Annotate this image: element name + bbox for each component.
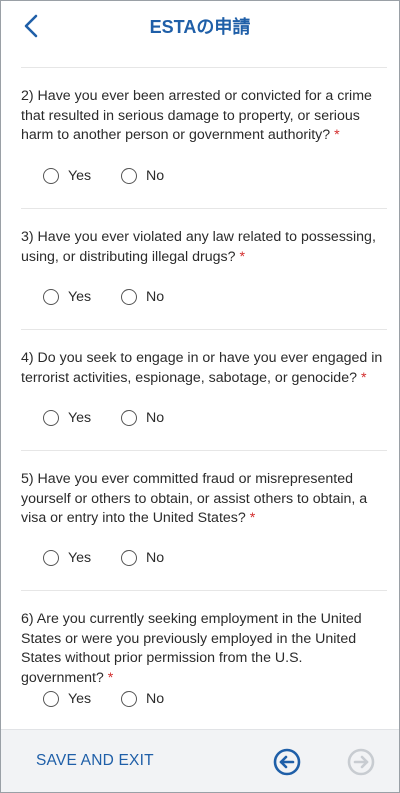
question-text: 3) Have you ever violated any law relate…: [21, 229, 376, 265]
radio-label: Yes: [68, 168, 92, 184]
required-mark: *: [334, 127, 340, 143]
radio-option-no[interactable]: No: [121, 688, 164, 710]
previous-page-button[interactable]: [273, 748, 301, 776]
question-text: 5) Have you ever committed fraud or misr…: [21, 471, 368, 526]
radio-option-no[interactable]: No: [121, 407, 164, 429]
radio-option-yes[interactable]: Yes: [43, 547, 91, 569]
question-text: 4) Do you seek to engage in or have you …: [21, 350, 383, 386]
radio-label: Yes: [68, 289, 92, 305]
radio-option-yes[interactable]: Yes: [43, 286, 91, 308]
radio-option-no[interactable]: No: [121, 286, 164, 308]
radio-option-no[interactable]: No: [121, 547, 164, 569]
radio-button[interactable]: [43, 691, 59, 707]
bottom-action-bar: SAVE AND EXIT: [1, 729, 399, 792]
radio-button[interactable]: [121, 550, 137, 566]
radio-label: No: [146, 168, 165, 184]
save-and-exit-button[interactable]: SAVE AND EXIT: [36, 752, 154, 770]
radio-option-yes[interactable]: Yes: [43, 688, 91, 710]
radio-label: No: [146, 410, 165, 426]
radio-button[interactable]: [43, 289, 59, 305]
arrow-right-circle-icon: [347, 748, 375, 776]
radio-button[interactable]: [121, 691, 137, 707]
radio-label: No: [146, 550, 165, 566]
question-text: 6) Are you currently seeking employment …: [21, 611, 362, 686]
required-mark: *: [249, 510, 256, 526]
radio-label: Yes: [68, 691, 92, 707]
required-mark: *: [360, 369, 367, 386]
required-mark: *: [107, 669, 114, 686]
app-header: ESTAの申請: [1, 1, 399, 51]
radio-button[interactable]: [43, 410, 59, 426]
radio-label: No: [146, 691, 165, 707]
radio-option-yes[interactable]: Yes: [43, 165, 91, 187]
divider: [21, 590, 387, 591]
radio-option-no[interactable]: No: [121, 165, 164, 187]
radio-label: No: [146, 289, 165, 305]
next-page-button[interactable]: [347, 748, 375, 776]
radio-button[interactable]: [43, 168, 59, 184]
radio-label: Yes: [68, 410, 92, 426]
question-text: 2) Have you ever been arrested or convic…: [21, 88, 372, 143]
divider: [21, 329, 387, 330]
divider: [21, 208, 387, 209]
radio-button[interactable]: [121, 289, 137, 305]
required-mark: *: [239, 248, 245, 265]
screen: ESTAの申請 2) Have you ever been arrested o…: [0, 0, 400, 793]
page-title: ESTAの申請: [149, 17, 251, 37]
divider: [21, 67, 387, 68]
radio-button[interactable]: [43, 550, 59, 566]
arrow-left-circle-icon: [273, 748, 301, 776]
radio-label: Yes: [68, 550, 92, 566]
radio-button[interactable]: [121, 410, 137, 426]
divider: [21, 450, 387, 451]
radio-option-yes[interactable]: Yes: [43, 407, 91, 429]
radio-button[interactable]: [121, 168, 137, 184]
